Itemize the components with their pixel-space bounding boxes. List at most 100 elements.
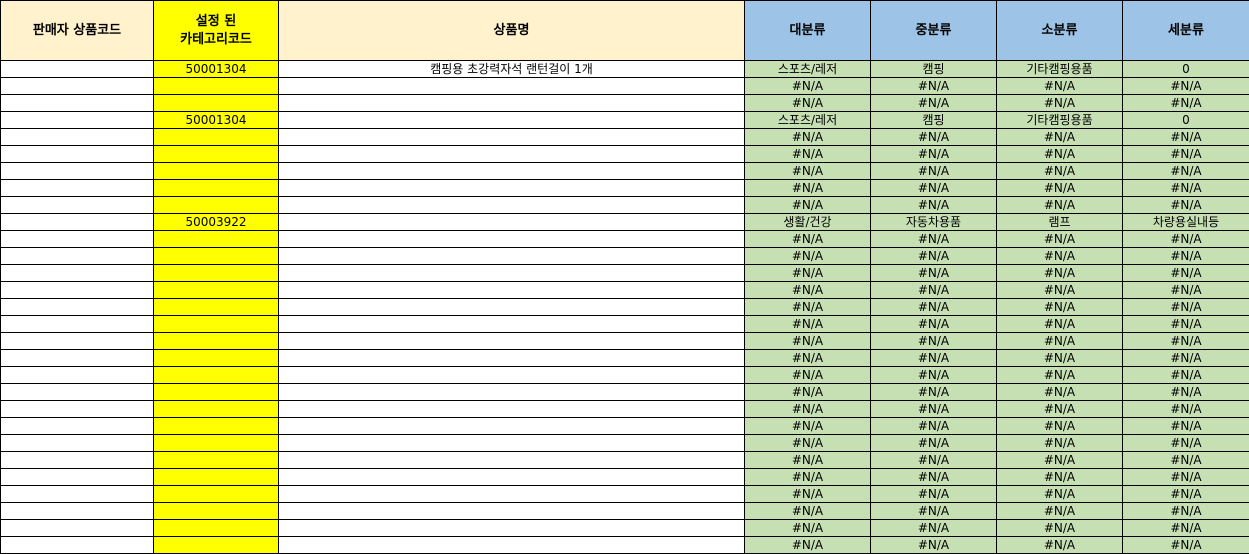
cell-seller-code[interactable] xyxy=(1,95,154,112)
cell-seller-code[interactable] xyxy=(1,333,154,350)
cell-middle-category[interactable]: #N/A xyxy=(871,282,997,299)
cell-seller-code[interactable] xyxy=(1,146,154,163)
cell-product-name[interactable] xyxy=(279,112,745,129)
cell-middle-category[interactable]: #N/A xyxy=(871,163,997,180)
cell-minor-category[interactable]: #N/A xyxy=(997,197,1123,214)
cell-minor-category[interactable]: #N/A xyxy=(997,316,1123,333)
cell-seller-code[interactable] xyxy=(1,197,154,214)
cell-product-name[interactable] xyxy=(279,197,745,214)
cell-product-name[interactable] xyxy=(279,367,745,384)
cell-detail-category[interactable]: #N/A xyxy=(1123,248,1249,265)
cell-middle-category[interactable]: #N/A xyxy=(871,197,997,214)
cell-product-name[interactable] xyxy=(279,486,745,503)
cell-major-category[interactable]: #N/A xyxy=(745,163,871,180)
cell-middle-category[interactable]: 자동차용품 xyxy=(871,214,997,231)
cell-detail-category[interactable]: #N/A xyxy=(1123,520,1249,537)
cell-middle-category[interactable]: #N/A xyxy=(871,265,997,282)
cell-middle-category[interactable]: #N/A xyxy=(871,452,997,469)
cell-product-name[interactable] xyxy=(279,520,745,537)
cell-detail-category[interactable]: #N/A xyxy=(1123,180,1249,197)
cell-category-code[interactable] xyxy=(154,350,279,367)
cell-category-code[interactable] xyxy=(154,537,279,554)
cell-category-code[interactable] xyxy=(154,401,279,418)
cell-middle-category[interactable]: #N/A xyxy=(871,418,997,435)
header-seller-code[interactable]: 판매자 상품코드 xyxy=(1,1,154,61)
cell-minor-category[interactable]: #N/A xyxy=(997,401,1123,418)
cell-product-name[interactable] xyxy=(279,452,745,469)
cell-middle-category[interactable]: 캠핑 xyxy=(871,112,997,129)
cell-minor-category[interactable]: #N/A xyxy=(997,282,1123,299)
cell-middle-category[interactable]: #N/A xyxy=(871,350,997,367)
cell-major-category[interactable]: 스포츠/레저 xyxy=(745,112,871,129)
cell-detail-category[interactable]: 0 xyxy=(1123,112,1249,129)
cell-category-code[interactable]: 50001304 xyxy=(154,112,279,129)
cell-minor-category[interactable]: #N/A xyxy=(997,469,1123,486)
cell-category-code[interactable] xyxy=(154,180,279,197)
header-minor-category[interactable]: 소분류 xyxy=(997,1,1123,61)
cell-category-code[interactable] xyxy=(154,486,279,503)
cell-minor-category[interactable]: #N/A xyxy=(997,299,1123,316)
cell-detail-category[interactable]: #N/A xyxy=(1123,78,1249,95)
cell-category-code[interactable] xyxy=(154,299,279,316)
cell-product-name[interactable] xyxy=(279,231,745,248)
cell-minor-category[interactable]: #N/A xyxy=(997,367,1123,384)
cell-minor-category[interactable]: #N/A xyxy=(997,95,1123,112)
cell-seller-code[interactable] xyxy=(1,384,154,401)
cell-category-code[interactable] xyxy=(154,265,279,282)
cell-detail-category[interactable]: #N/A xyxy=(1123,197,1249,214)
cell-major-category[interactable]: #N/A xyxy=(745,418,871,435)
cell-seller-code[interactable] xyxy=(1,503,154,520)
cell-seller-code[interactable] xyxy=(1,316,154,333)
cell-major-category[interactable]: #N/A xyxy=(745,146,871,163)
cell-major-category[interactable]: #N/A xyxy=(745,401,871,418)
cell-category-code[interactable] xyxy=(154,129,279,146)
cell-minor-category[interactable]: #N/A xyxy=(997,350,1123,367)
cell-major-category[interactable]: #N/A xyxy=(745,78,871,95)
cell-product-name[interactable] xyxy=(279,163,745,180)
cell-middle-category[interactable]: #N/A xyxy=(871,231,997,248)
cell-major-category[interactable]: #N/A xyxy=(745,197,871,214)
cell-seller-code[interactable] xyxy=(1,163,154,180)
cell-detail-category[interactable]: #N/A xyxy=(1123,231,1249,248)
cell-detail-category[interactable]: #N/A xyxy=(1123,384,1249,401)
cell-product-name[interactable] xyxy=(279,384,745,401)
cell-product-name[interactable] xyxy=(279,418,745,435)
cell-category-code[interactable] xyxy=(154,384,279,401)
cell-major-category[interactable]: #N/A xyxy=(745,333,871,350)
cell-seller-code[interactable] xyxy=(1,214,154,231)
cell-detail-category[interactable]: #N/A xyxy=(1123,129,1249,146)
cell-product-name[interactable] xyxy=(279,95,745,112)
cell-seller-code[interactable] xyxy=(1,520,154,537)
header-product-name[interactable]: 상품명 xyxy=(279,1,745,61)
cell-product-name[interactable] xyxy=(279,469,745,486)
cell-minor-category[interactable]: 기타캠핑용품 xyxy=(997,112,1123,129)
cell-seller-code[interactable] xyxy=(1,401,154,418)
cell-product-name[interactable] xyxy=(279,503,745,520)
cell-category-code[interactable] xyxy=(154,367,279,384)
cell-major-category[interactable]: #N/A xyxy=(745,299,871,316)
cell-middle-category[interactable]: #N/A xyxy=(871,486,997,503)
cell-middle-category[interactable]: #N/A xyxy=(871,435,997,452)
cell-minor-category[interactable]: #N/A xyxy=(997,231,1123,248)
cell-major-category[interactable]: #N/A xyxy=(745,367,871,384)
cell-detail-category[interactable]: #N/A xyxy=(1123,486,1249,503)
cell-product-name[interactable] xyxy=(279,435,745,452)
cell-product-name[interactable] xyxy=(279,265,745,282)
cell-minor-category[interactable]: #N/A xyxy=(997,333,1123,350)
cell-detail-category[interactable]: #N/A xyxy=(1123,163,1249,180)
cell-major-category[interactable]: #N/A xyxy=(745,384,871,401)
cell-product-name[interactable] xyxy=(279,316,745,333)
cell-minor-category[interactable]: #N/A xyxy=(997,503,1123,520)
cell-category-code[interactable] xyxy=(154,231,279,248)
cell-middle-category[interactable]: #N/A xyxy=(871,129,997,146)
cell-major-category[interactable]: #N/A xyxy=(745,180,871,197)
cell-major-category[interactable]: #N/A xyxy=(745,469,871,486)
cell-seller-code[interactable] xyxy=(1,180,154,197)
cell-major-category[interactable]: #N/A xyxy=(745,350,871,367)
cell-category-code[interactable] xyxy=(154,469,279,486)
cell-seller-code[interactable] xyxy=(1,112,154,129)
cell-middle-category[interactable]: #N/A xyxy=(871,469,997,486)
cell-product-name[interactable] xyxy=(279,78,745,95)
cell-detail-category[interactable]: #N/A xyxy=(1123,333,1249,350)
cell-detail-category[interactable]: #N/A xyxy=(1123,367,1249,384)
